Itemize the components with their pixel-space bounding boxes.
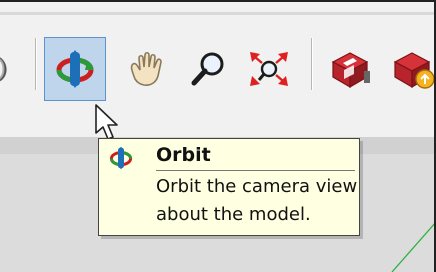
extension-warehouse-button[interactable] bbox=[383, 37, 436, 101]
3d-warehouse-icon bbox=[331, 52, 370, 89]
orbit-icon bbox=[56, 50, 94, 88]
tooltip-description: Orbit the camera view about the model. bbox=[156, 176, 358, 225]
magnifier-icon bbox=[191, 52, 224, 86]
zoom-extents-icon bbox=[250, 52, 288, 86]
zoom-extents-button[interactable] bbox=[238, 37, 300, 101]
orbit-icon bbox=[109, 146, 133, 170]
extension-warehouse-icon bbox=[393, 52, 435, 89]
3d-warehouse-button[interactable] bbox=[319, 37, 381, 101]
tooltip-divider bbox=[156, 170, 355, 171]
window-top-edge bbox=[0, 0, 436, 2]
pan-button[interactable] bbox=[115, 37, 177, 101]
toolbar-separator bbox=[311, 38, 312, 90]
toolbar bbox=[0, 0, 436, 137]
tooltip-title: Orbit bbox=[156, 144, 211, 166]
toolbar-top-divider bbox=[0, 12, 436, 15]
toolbar-separator bbox=[35, 38, 36, 90]
zoom-button[interactable] bbox=[177, 37, 239, 101]
orbit-tooltip: Orbit Orbit the camera view about the mo… bbox=[98, 138, 360, 236]
mouse-pointer-icon bbox=[95, 104, 118, 140]
orbit-button[interactable] bbox=[44, 37, 106, 101]
partial-tool-icon[interactable] bbox=[0, 37, 28, 101]
hand-icon bbox=[130, 51, 162, 86]
